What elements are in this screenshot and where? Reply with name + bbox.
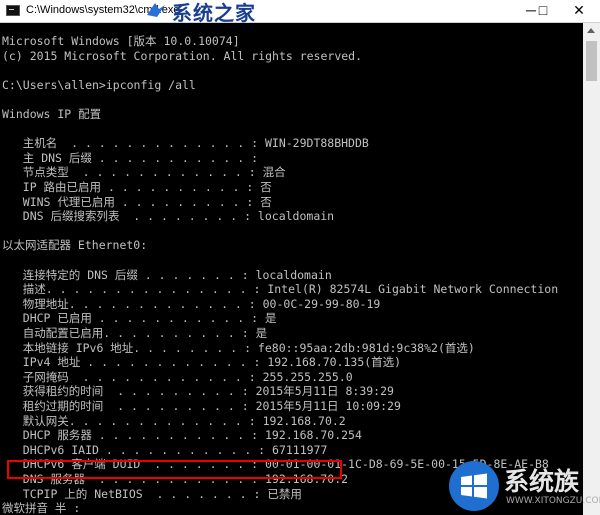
console-line: IPv4 地址 . . . . . . . . . . . . : 192.16… — [2, 355, 402, 370]
watermark-logo-icon — [147, 3, 165, 17]
console-line: Windows IP 配置 — [2, 107, 102, 121]
console-line: 以太网适配器 Ethernet0: — [2, 238, 148, 253]
console-line: WINS 代理已启用 . . . . . . . . . : 否 — [2, 194, 272, 209]
console-line: 子网掩码 . . . . . . . . . . . . : 255.255.2… — [2, 369, 353, 384]
console-line: 主 DNS 后缀 . . . . . . . . . . . : — [2, 150, 259, 165]
console-line: 微软拼音 半 : — [2, 501, 81, 515]
title-bar[interactable]: C:\Windows\system32\cmd.exe 系统之家 ─ □ ✕ — [0, 0, 600, 25]
console-line: TCPIP 上的 NetBIOS . . . . . . . : 已禁用 — [2, 486, 302, 501]
console-line: 物理地址. . . . . . . . . . . . . : 00-0C-29… — [2, 296, 381, 311]
watermark-bottom: 系统族 WWW.XITONGZU.COM — [448, 460, 600, 512]
console-line: C:\Users\allen>ipconfig /all — [2, 77, 196, 92]
vertical-scrollbar[interactable] — [583, 23, 600, 515]
close-button[interactable]: ✕ — [558, 0, 600, 22]
console-line: DHCP 已启用 . . . . . . . . . . . : 是 — [2, 311, 277, 326]
console-line: Microsoft Windows [版本 10.0.10074] — [2, 34, 240, 48]
console-line: 描述. . . . . . . . . . . . . . . : Intel(… — [2, 282, 559, 297]
console-line: DHCP 服务器 . . . . . . . . . . . : 192.168… — [2, 428, 362, 443]
console-line: 连接特定的 DNS 后缀 . . . . . . . : localdomain — [2, 267, 332, 282]
scroll-up-arrow-icon[interactable] — [587, 28, 595, 33]
dns-server-highlight — [7, 460, 342, 479]
console-line: DNS 后缀搜索列表 . . . . . . . . : localdomain — [2, 209, 335, 224]
console-line: DHCPv6 IAID . . . . . . . . . . . : 6711… — [2, 442, 328, 457]
console-line: 节点类型 . . . . . . . . . . . . : 混合 — [2, 165, 286, 180]
console-line: 主机名 . . . . . . . . . . . . . : WIN-29DT… — [2, 136, 369, 151]
console-line: IP 路由已启用 . . . . . . . . . . : 否 — [2, 180, 272, 194]
console-line: 本地链接 IPv6 地址. . . . . . . . : fe80::95aa… — [2, 340, 475, 355]
console-line: (c) 2015 Microsoft Corporation. All righ… — [2, 48, 363, 63]
windows-logo-icon — [449, 461, 499, 511]
console-line: 租约过期的时间 . . . . . . . . . : 2015年5月11日 1… — [2, 399, 401, 413]
console-line: 自动配置已启用. . . . . . . . . . : 是 — [2, 326, 268, 340]
scrollbar-thumb[interactable] — [586, 41, 597, 81]
console-line: 获得租约的时间 . . . . . . . . . : 2015年5月11日 8… — [2, 384, 394, 399]
console-output[interactable]: Microsoft Windows [版本 10.0.10074] (c) 201… — [0, 23, 583, 515]
cmd-icon — [6, 5, 20, 16]
watermark-bottom-text: 系统族 — [504, 467, 580, 496]
watermark-url: WWW.XITONGZU.COM — [506, 496, 600, 506]
console-line: 默认网关. . . . . . . . . . . . . : 192.168.… — [2, 413, 346, 428]
